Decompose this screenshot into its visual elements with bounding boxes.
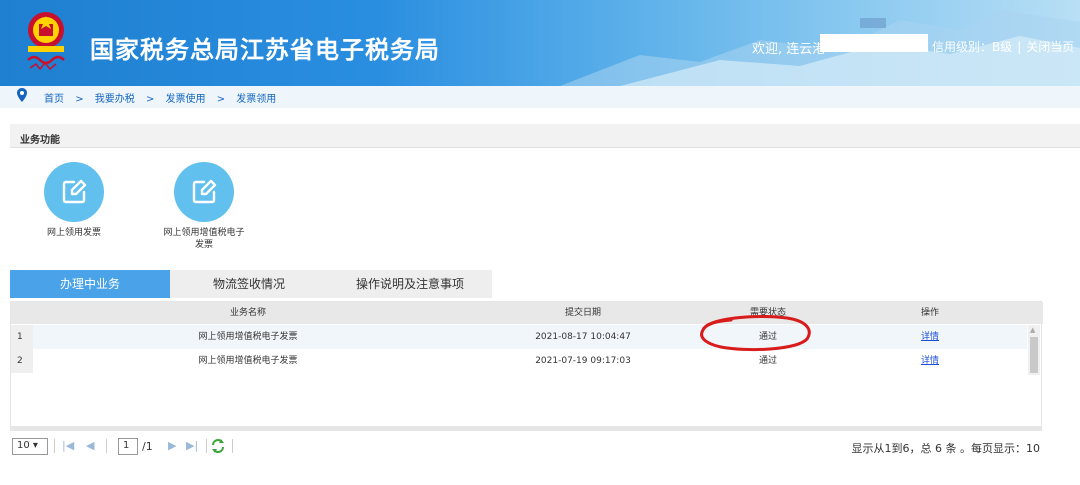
close-page-link[interactable]: 关闭当页 bbox=[1026, 40, 1074, 54]
welcome-text: 欢迎, 连云港 bbox=[752, 42, 826, 57]
pagination-bar: 10 ▾ |◀ ◀ 1 /1 ▶ ▶| 显示从1到6，总 6 条 。每页显示：1… bbox=[10, 436, 1042, 458]
apply-vat-e-invoice-button[interactable]: 网上领用增值税电子发票 bbox=[154, 162, 254, 251]
row-index: 1 bbox=[11, 325, 33, 349]
breadcrumb-invoice-apply: 发票领用 bbox=[236, 94, 277, 105]
row-date: 2021-07-19 09:17:03 bbox=[535, 356, 631, 366]
pager-info: 显示从1到6，总 6 条 。每页显示：10 bbox=[851, 442, 1040, 455]
page-size-select[interactable]: 10 ▾ bbox=[12, 438, 48, 455]
details-link[interactable]: 详情 bbox=[921, 332, 939, 342]
refresh-icon[interactable] bbox=[210, 438, 226, 454]
header-right-links: 信用级别：B级 | 关闭当页 bbox=[932, 38, 1074, 55]
edit-icon bbox=[62, 179, 87, 204]
prev-page-icon[interactable]: ◀ bbox=[86, 439, 94, 452]
breadcrumb-invoice-use[interactable]: 发票使用 bbox=[166, 94, 206, 105]
next-page-icon[interactable]: ▶ bbox=[168, 439, 176, 452]
total-pages: /1 bbox=[142, 440, 153, 453]
site-title: 国家税务总局江苏省电子税务局 bbox=[90, 36, 440, 64]
scrollbar-thumb[interactable] bbox=[1030, 337, 1038, 373]
header-operation: 操作 bbox=[920, 308, 939, 318]
business-table: 业务名称 提交日期 需要状态 操作 1 网上领用增值税电子发票 2021-08-… bbox=[10, 301, 1043, 431]
page-size-value: 10 bbox=[17, 440, 30, 451]
breadcrumb-separator: > bbox=[145, 94, 155, 105]
credit-level: 信用级别：B级 bbox=[932, 40, 1013, 54]
details-link[interactable]: 详情 bbox=[921, 356, 939, 366]
pager-divider bbox=[232, 439, 233, 453]
link-separator: | bbox=[1017, 40, 1022, 54]
header-date: 提交日期 bbox=[564, 308, 601, 318]
horizontal-scrollbar[interactable] bbox=[11, 426, 1041, 431]
location-pin-icon bbox=[17, 88, 27, 102]
breadcrumb: 首页 > 我要办税 > 发票使用 > 发票领用 bbox=[0, 86, 1080, 108]
row-index: 2 bbox=[11, 349, 33, 373]
last-page-icon[interactable]: ▶| bbox=[186, 439, 198, 452]
page-number-input[interactable]: 1 bbox=[118, 438, 138, 455]
row-name: 网上领用增值税电子发票 bbox=[198, 356, 298, 366]
breadcrumb-separator: > bbox=[75, 94, 84, 105]
apply-invoice-circle[interactable] bbox=[44, 162, 104, 222]
redacted-username bbox=[820, 34, 928, 52]
pager-divider bbox=[54, 439, 55, 453]
apply-invoice-online-button[interactable]: 网上领用发票 bbox=[24, 162, 124, 239]
row-date: 2021-08-17 10:04:47 bbox=[535, 332, 631, 342]
tax-emblem-logo bbox=[27, 12, 65, 71]
first-page-icon[interactable]: |◀ bbox=[62, 439, 74, 452]
site-header: 国家税务总局江苏省电子税务局 欢迎, 连云港 信用级别：B级 | 关闭当页 bbox=[0, 0, 1080, 86]
pager-divider bbox=[106, 439, 107, 453]
apply-invoice-label: 网上领用发票 bbox=[46, 228, 101, 238]
business-panel-title: 业务功能 bbox=[10, 124, 1080, 148]
edit-icon bbox=[192, 179, 217, 204]
header-name: 业务名称 bbox=[229, 308, 266, 318]
breadcrumb-separator: > bbox=[216, 94, 226, 105]
vertical-scrollbar[interactable]: ▲ bbox=[1028, 325, 1040, 375]
red-annotation-circle bbox=[700, 315, 811, 352]
tab-logistics[interactable]: 物流签收情况 bbox=[170, 270, 328, 298]
breadcrumb-home[interactable]: 首页 bbox=[44, 94, 64, 105]
pager-divider bbox=[206, 439, 207, 453]
apply-vat-e-invoice-circle[interactable] bbox=[174, 162, 234, 222]
row-name: 网上领用增值税电子发票 bbox=[198, 332, 298, 342]
apply-vat-e-invoice-label: 网上领用增值税电子发票 bbox=[163, 228, 245, 250]
table-row[interactable]: 1 网上领用增值税电子发票 2021-08-17 10:04:47 通过 详情 bbox=[11, 325, 1027, 349]
tab-instructions[interactable]: 操作说明及注意事项 bbox=[328, 270, 492, 298]
tab-in-progress[interactable]: 办理中业务 bbox=[10, 270, 170, 298]
scroll-up-icon[interactable]: ▲ bbox=[1030, 326, 1035, 334]
breadcrumb-tax-service[interactable]: 我要办税 bbox=[95, 94, 135, 105]
table-row[interactable]: 2 网上领用增值税电子发票 2021-07-19 09:17:03 通过 详情 bbox=[11, 349, 1027, 373]
table-header: 业务名称 提交日期 需要状态 操作 bbox=[11, 302, 1043, 324]
